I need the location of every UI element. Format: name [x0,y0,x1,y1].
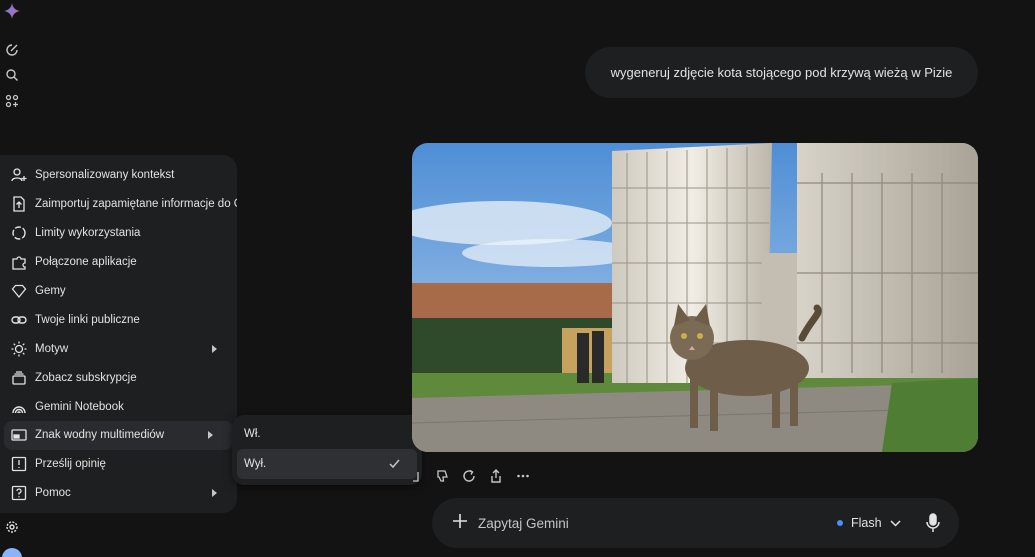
menu-item-label: Znak wodny multimediów [35,429,165,442]
settings-menu: Spersonalizowany kontekst Zaimportuj zap… [0,155,237,513]
import-icon [10,195,28,213]
thumb-down-icon[interactable] [432,466,452,486]
user-message-text: wygeneruj zdjęcie kota stojącego pod krz… [610,65,953,80]
feedback-icon [10,455,28,473]
menu-item-label: Pomoc [35,487,71,500]
menu-item-import-memory[interactable]: Zaimportuj zapamiętane informacje do Gem… [0,190,237,219]
share-icon[interactable] [486,466,506,486]
puzzle-icon [10,253,28,271]
menu-item-label: Gemini Notebook [35,400,124,413]
menu-item-feedback[interactable]: Prześlij opinię [0,450,237,479]
watermark-on-option[interactable]: Wł. [237,419,417,449]
model-selector[interactable]: Flash [837,512,901,534]
add-attachment-icon[interactable] [451,512,469,530]
menu-item-media-watermark[interactable]: Znak wodny multimediów [4,421,233,450]
chevron-down-icon [890,516,901,530]
search-icon[interactable] [4,67,20,83]
usage-icon [10,224,28,242]
model-label: Flash [851,516,882,530]
subscriptions-icon [10,369,28,387]
prompt-input[interactable] [478,511,808,535]
help-icon [10,484,28,502]
menu-item-public-links[interactable]: Twoje linki publiczne [0,305,237,334]
check-icon [388,457,401,473]
menu-item-personal-context[interactable]: Spersonalizowany kontekst [0,161,237,190]
menu-item-label: Limity wykorzystania [35,227,141,240]
menu-item-usage-limits[interactable]: Limity wykorzystania [0,219,237,248]
menu-item-label: Motyw [35,342,69,355]
menu-item-subscriptions[interactable]: Zobacz subskrypcje [0,363,237,392]
menu-item-label: Prześlij opinię [35,458,106,471]
avatar[interactable] [2,548,22,557]
notebook-icon [10,398,28,416]
watermark-icon [10,426,28,444]
more-options-icon[interactable] [513,466,533,486]
menu-item-help[interactable]: Pomoc [0,479,237,508]
gemini-logo-icon[interactable] [4,3,20,19]
menu-item-label: Połączone aplikacje [35,256,137,269]
microphone-icon[interactable] [924,513,942,533]
watermark-submenu: Wł. Wył. [232,415,422,485]
menu-item-connected-apps[interactable]: Połączone aplikacje [0,248,237,277]
menu-item-gemini-notebook[interactable]: Gemini Notebook [0,392,237,421]
response-actions [412,466,540,486]
menu-item-gems[interactable]: Gemy [0,277,237,306]
watermark-off-option[interactable]: Wył. [237,449,417,479]
menu-item-label: Twoje linki publiczne [35,313,140,326]
chevron-right-icon [212,489,217,498]
theme-icon [10,340,28,358]
menu-item-label: Gemy [35,285,66,297]
prompt-input-bar: Flash [432,498,959,548]
chevron-right-icon [212,344,217,353]
new-chat-icon[interactable] [4,42,20,58]
chevron-right-icon [208,431,213,440]
menu-item-label: Zobacz subskrypcje [35,371,137,384]
regenerate-icon[interactable] [459,466,479,486]
settings-gear-icon[interactable] [4,519,20,535]
option-label: Wł. [244,428,261,440]
user-message-bubble: wygeneruj zdjęcie kota stojącego pod krz… [585,47,978,98]
apps-icon[interactable] [4,93,20,109]
model-indicator-dot [837,520,843,526]
thumb-up-icon[interactable] [412,466,420,486]
menu-item-theme[interactable]: Motyw [0,334,237,363]
menu-item-label: Spersonalizowany kontekst [35,169,175,182]
option-label: Wył. [244,458,267,470]
generated-image[interactable] [412,143,978,452]
person-plus-icon [10,166,28,184]
menu-item-label: Zaimportuj zapamiętane informacje do Gem… [35,198,237,211]
link-icon [10,311,28,329]
gem-icon [10,282,28,300]
